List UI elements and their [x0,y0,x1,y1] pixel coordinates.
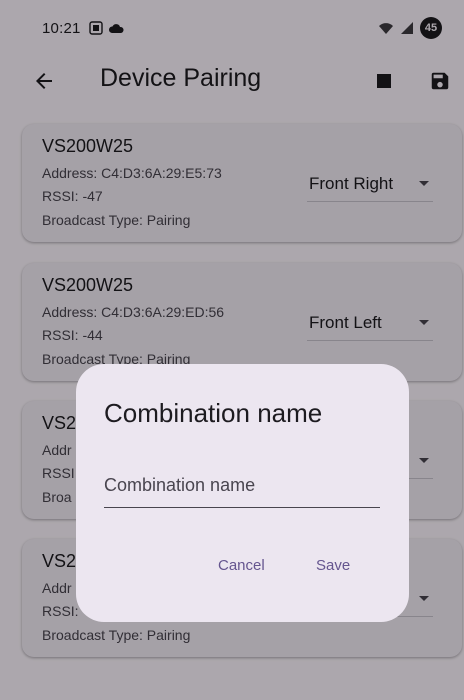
save-dialog-button[interactable]: Save [316,550,350,580]
combination-name-field[interactable] [104,464,380,508]
combination-name-dialog: Combination name Cancel Save [76,364,409,622]
dialog-title: Combination name [104,398,323,428]
combination-name-input[interactable] [104,464,380,507]
cancel-button[interactable]: Cancel [218,550,265,580]
dialog-actions: Cancel Save [76,550,409,580]
